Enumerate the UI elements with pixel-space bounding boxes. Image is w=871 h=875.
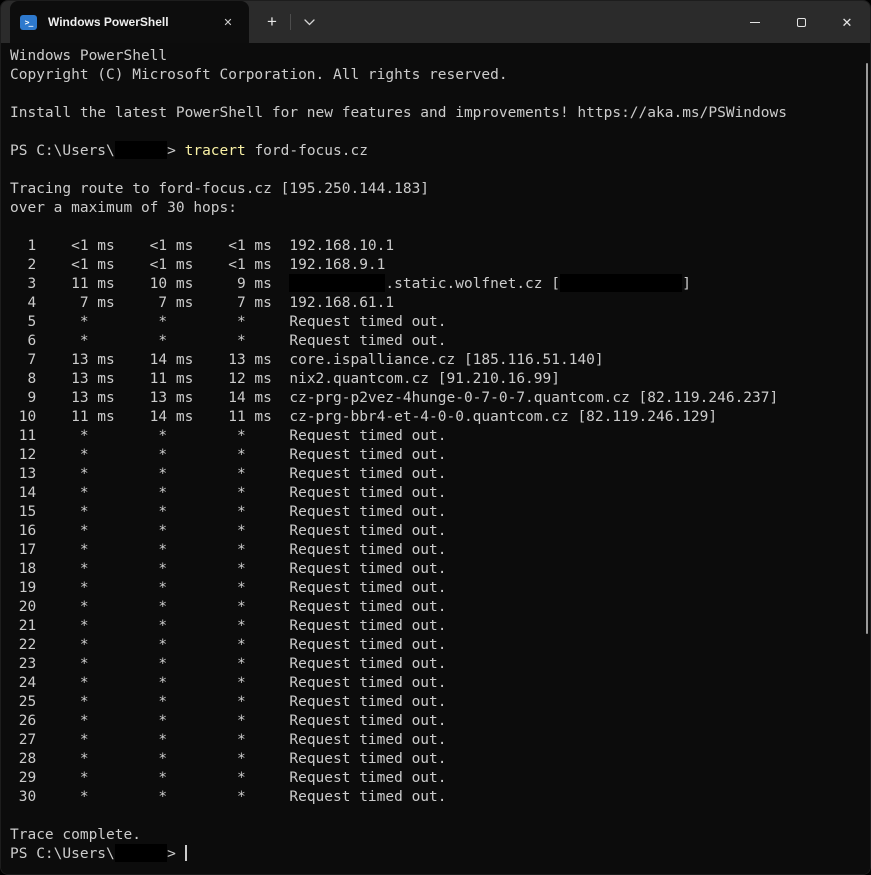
terminal-line: 29 * * * Request timed out.: [10, 769, 870, 788]
terminal-line: 19 * * * Request timed out.: [10, 579, 870, 598]
title-bar: >_ Windows PowerShell ✕ + ✕: [1, 1, 870, 43]
redaction-box: [115, 844, 167, 862]
powershell-icon: >_: [20, 15, 37, 30]
terminal-line: 27 * * * Request timed out.: [10, 731, 870, 750]
toolbar-divider: [290, 14, 291, 30]
terminal-line: [10, 123, 870, 142]
terminal-line: 30 * * * Request timed out.: [10, 788, 870, 807]
terminal-line: 15 * * * Request timed out.: [10, 503, 870, 522]
terminal-line: 17 * * * Request timed out.: [10, 541, 870, 560]
terminal-line: 28 * * * Request timed out.: [10, 750, 870, 769]
terminal-line: 2 <1 ms <1 ms <1 ms 192.168.9.1: [10, 256, 870, 275]
terminal-line: 3 11 ms 10 ms 9 ms .static.wolfnet.cz []: [10, 275, 870, 294]
maximize-icon: [797, 18, 806, 27]
terminal-line: 16 * * * Request timed out.: [10, 522, 870, 541]
redaction-box: [289, 274, 385, 292]
terminal-line: 12 * * * Request timed out.: [10, 446, 870, 465]
terminal-line: 21 * * * Request timed out.: [10, 617, 870, 636]
terminal-line: 14 * * * Request timed out.: [10, 484, 870, 503]
terminal-line: 4 7 ms 7 ms 7 ms 192.168.61.1: [10, 294, 870, 313]
terminal-line: 9 13 ms 13 ms 14 ms cz-prg-p2vez-4hunge-…: [10, 389, 870, 408]
terminal-line: 6 * * * Request timed out.: [10, 332, 870, 351]
minimize-icon: [750, 22, 760, 23]
close-icon: ✕: [842, 16, 853, 29]
terminal-line: 8 13 ms 11 ms 12 ms nix2.quantcom.cz [91…: [10, 370, 870, 389]
terminal-body[interactable]: Windows PowerShellCopyright (C) Microsof…: [1, 43, 870, 875]
terminal-line: Copyright (C) Microsoft Corporation. All…: [10, 66, 870, 85]
terminal-line: Tracing route to ford-focus.cz [195.250.…: [10, 180, 870, 199]
terminal-line: 18 * * * Request timed out.: [10, 560, 870, 579]
tab-dropdown-button[interactable]: [294, 1, 324, 43]
terminal-line: 23 * * * Request timed out.: [10, 655, 870, 674]
terminal-line: 13 * * * Request timed out.: [10, 465, 870, 484]
terminal-line: 10 11 ms 14 ms 11 ms cz-prg-bbr4-et-4-0-…: [10, 408, 870, 427]
terminal-line: PS C:\Users\>: [10, 845, 870, 864]
text-cursor: [185, 845, 187, 861]
terminal-line: 22 * * * Request timed out.: [10, 636, 870, 655]
terminal-line: [10, 807, 870, 826]
terminal-line: 26 * * * Request timed out.: [10, 712, 870, 731]
terminal-line: [10, 218, 870, 237]
new-tab-button[interactable]: +: [257, 1, 287, 43]
terminal-line: Windows PowerShell: [10, 47, 870, 66]
scrollbar-thumb[interactable]: [866, 63, 868, 634]
close-button[interactable]: ✕: [824, 1, 870, 43]
tab-title: Windows PowerShell: [48, 15, 217, 29]
redaction-box: [560, 274, 682, 292]
terminal-window: >_ Windows PowerShell ✕ + ✕ Windows Powe…: [0, 0, 871, 875]
terminal-output: Windows PowerShellCopyright (C) Microsof…: [10, 47, 870, 864]
terminal-line: [10, 161, 870, 180]
titlebar-drag-region: [324, 1, 732, 43]
terminal-line: PS C:\Users\> tracert ford-focus.cz: [10, 142, 870, 161]
terminal-line: 24 * * * Request timed out.: [10, 674, 870, 693]
redaction-box: [115, 141, 167, 159]
terminal-line: 11 * * * Request timed out.: [10, 427, 870, 446]
terminal-line: 1 <1 ms <1 ms <1 ms 192.168.10.1: [10, 237, 870, 256]
terminal-line: Install the latest PowerShell for new fe…: [10, 104, 870, 123]
terminal-line: [10, 85, 870, 104]
chevron-down-icon: [304, 19, 315, 26]
terminal-line: over a maximum of 30 hops:: [10, 199, 870, 218]
terminal-line: 7 13 ms 14 ms 13 ms core.ispalliance.cz …: [10, 351, 870, 370]
terminal-line: Trace complete.: [10, 826, 870, 845]
tab-close-button[interactable]: ✕: [217, 11, 239, 33]
terminal-line: 25 * * * Request timed out.: [10, 693, 870, 712]
tab-windows-powershell[interactable]: >_ Windows PowerShell ✕: [10, 1, 249, 43]
terminal-line: 20 * * * Request timed out.: [10, 598, 870, 617]
maximize-button[interactable]: [778, 1, 824, 43]
terminal-line: 5 * * * Request timed out.: [10, 313, 870, 332]
minimize-button[interactable]: [732, 1, 778, 43]
